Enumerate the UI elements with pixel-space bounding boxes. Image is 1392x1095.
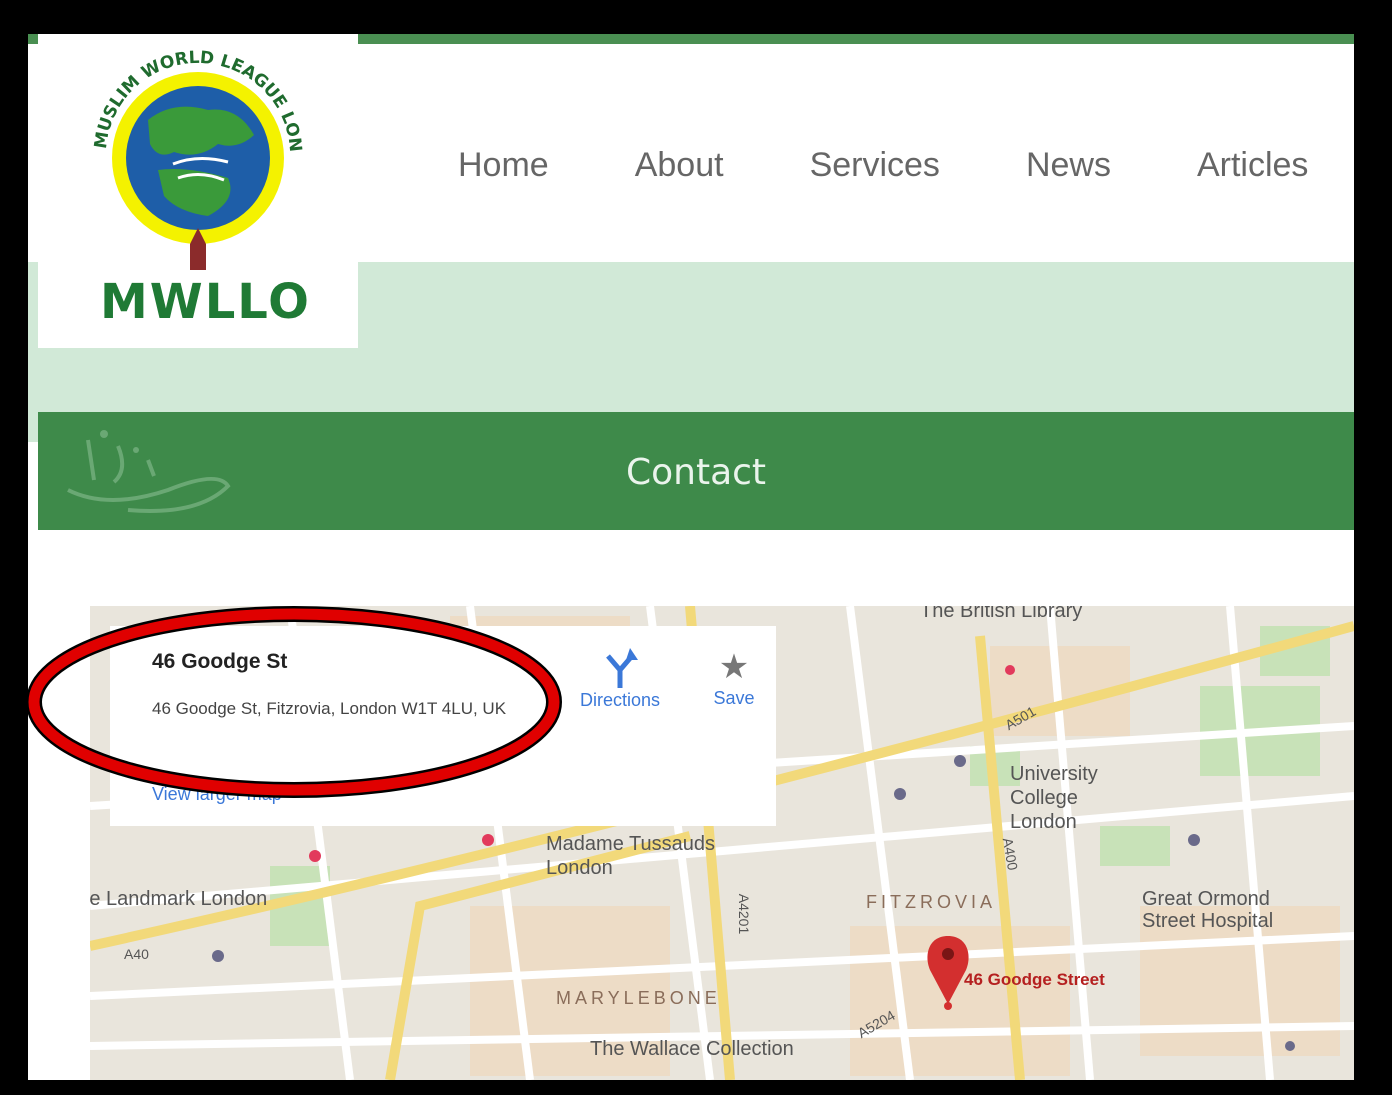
map-label-wallace: The Wallace Collection — [590, 1038, 794, 1060]
nav-item-news[interactable]: News — [1026, 146, 1111, 186]
map-label-great-ormond: Great Ormond Street Hospital — [1142, 888, 1274, 932]
map-label-madame-tussauds: Madame Tussauds London — [546, 833, 715, 879]
nav-item-home[interactable]: Home — [458, 146, 549, 186]
directions-label: Directions — [579, 690, 661, 710]
save-button[interactable]: ★ Save — [704, 646, 764, 726]
nav-item-services[interactable]: Services — [810, 146, 940, 186]
map-label-university: University College London — [1010, 763, 1098, 833]
embedded-map[interactable]: The British Library University College L… — [90, 606, 1354, 1080]
view-larger-map-link[interactable]: View larger map — [152, 784, 282, 805]
logo-wordmark: MWLLO — [100, 274, 311, 330]
page-title: Contact — [625, 452, 767, 493]
browser-page: MUSLIM WORLD LEAGUE LONDON OFFICE MWLLO … — [28, 34, 1354, 1080]
map-road-a40: A40 — [124, 946, 149, 962]
nav-item-articles[interactable]: Articles — [1197, 146, 1308, 186]
place-name: 46 Goodge St — [152, 650, 288, 673]
directions-icon — [606, 648, 638, 688]
map-road-a4201: A4201 — [736, 893, 753, 935]
map-label-marylebone: MARYLEBONE — [556, 988, 721, 1008]
contact-title-bar: Contact — [38, 412, 1354, 530]
save-label: Save — [713, 688, 755, 708]
map-info-card: 46 Goodge St 46 Goodge St, Fitzrovia, Lo… — [110, 626, 776, 826]
nav-item-about[interactable]: About — [635, 146, 724, 186]
map-label-pin: 46 Goodge Street — [964, 970, 1105, 989]
directions-button[interactable]: Directions — [550, 646, 690, 726]
main-nav: Home About Services News Articles — [458, 146, 1354, 186]
site-logo[interactable]: MUSLIM WORLD LEAGUE LONDON OFFICE MWLLO — [38, 34, 358, 348]
map-label-landmark: The Landmark London — [90, 888, 268, 910]
place-address: 46 Goodge St, Fitzrovia, London W1T 4LU,… — [152, 699, 507, 718]
globe-logo-icon: MUSLIM WORLD LEAGUE LONDON OFFICE — [78, 40, 305, 270]
map-label-british-library: The British Library — [920, 606, 1083, 622]
map-label-fitzrovia: FITZROVIA — [866, 892, 996, 912]
star-icon: ★ — [718, 647, 750, 687]
